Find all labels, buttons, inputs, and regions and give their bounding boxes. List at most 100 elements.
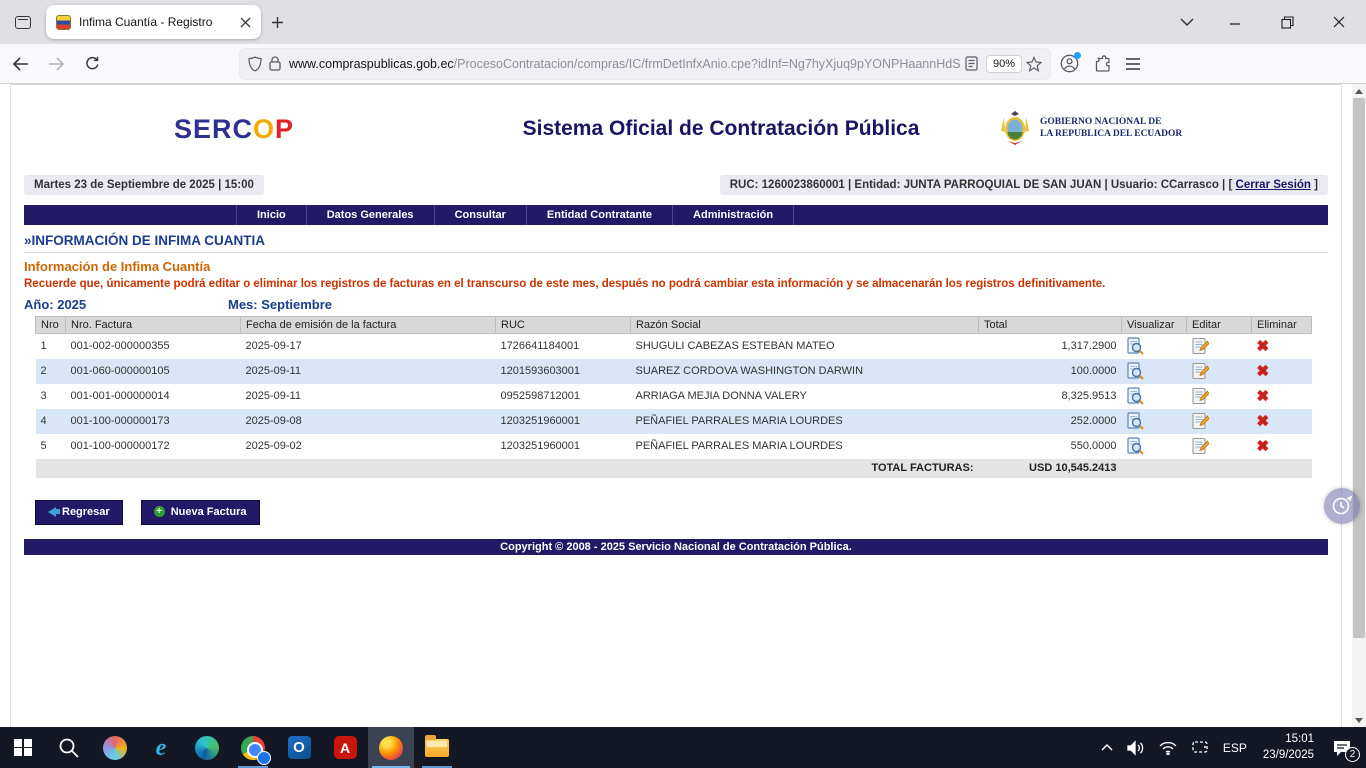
- url-bar[interactable]: www.compraspublicas.gob.ec/ProcesoContra…: [240, 49, 1050, 79]
- reader-mode-icon[interactable]: [965, 56, 978, 71]
- view-invoice-icon[interactable]: [1127, 337, 1144, 355]
- url-domain: www.compraspublicas.gob.ec: [289, 57, 454, 71]
- window-close-button[interactable]: [1316, 3, 1362, 41]
- col-header-fecha: Fecha de emisión de la factura: [241, 317, 496, 334]
- page-viewport: SERCOP Sistema Oficial de Contratación P…: [0, 84, 1366, 727]
- view-invoice-icon[interactable]: [1127, 437, 1144, 455]
- logo-text-serc: SERC: [174, 114, 253, 144]
- delete-invoice-icon[interactable]: ✖: [1257, 414, 1270, 429]
- language-indicator[interactable]: ESP: [1216, 727, 1254, 768]
- edit-invoice-icon[interactable]: [1192, 412, 1209, 430]
- search-icon: [58, 737, 80, 759]
- extensions-puzzle-icon[interactable]: [1093, 55, 1111, 73]
- delete-invoice-icon[interactable]: ✖: [1257, 364, 1270, 379]
- cell-razon: PEÑAFIEL PARRALES MARIA LOURDES: [631, 434, 979, 459]
- view-invoice-icon[interactable]: [1127, 362, 1144, 380]
- taskbar-explorer-button[interactable]: [414, 727, 460, 768]
- account-icon[interactable]: [1060, 54, 1079, 73]
- scroll-up-icon[interactable]: [1352, 84, 1366, 98]
- delete-invoice-icon[interactable]: ✖: [1257, 439, 1270, 454]
- taskbar-acrobat-button[interactable]: A: [322, 727, 368, 768]
- forward-button[interactable]: [40, 49, 72, 79]
- taskbar-search-button[interactable]: [46, 727, 92, 768]
- tray-volume-button[interactable]: [1120, 727, 1152, 768]
- government-logo: GOBIERNO NACIONAL DE LA REPUBLICA DEL EC…: [998, 109, 1328, 149]
- cell-nro: 4: [36, 409, 66, 434]
- cell-total: 550.0000: [979, 434, 1122, 459]
- cell-total: 8,325.9513: [979, 384, 1122, 409]
- tab-close-icon[interactable]: [240, 17, 251, 28]
- cell-factura: 001-100-000000172: [66, 434, 241, 459]
- edit-invoice-icon[interactable]: [1192, 387, 1209, 405]
- firefox-view-button[interactable]: [8, 9, 38, 35]
- scrollbar-thumb[interactable]: [1353, 98, 1365, 638]
- plus-icon: +: [154, 506, 165, 517]
- delete-invoice-icon[interactable]: ✖: [1257, 339, 1270, 354]
- logo-text-o: O: [253, 114, 275, 144]
- window-minimize-button[interactable]: [1212, 3, 1258, 41]
- cell-razon: SHUGULI CABEZAS ESTEBAN MATEO: [631, 334, 979, 359]
- wifi-icon: [1159, 741, 1177, 755]
- window-restore-button[interactable]: [1264, 3, 1310, 41]
- start-button[interactable]: [0, 727, 46, 768]
- table-row: 4 001-100-000000173 2025-09-08 120325196…: [36, 409, 1312, 434]
- bookmark-star-icon[interactable]: [1026, 56, 1042, 72]
- clock-icon: [1330, 494, 1354, 518]
- cell-factura: 001-060-000000105: [66, 359, 241, 384]
- view-invoice-icon[interactable]: [1127, 412, 1144, 430]
- edit-invoice-icon[interactable]: [1192, 362, 1209, 380]
- scroll-down-icon[interactable]: [1352, 713, 1366, 727]
- new-tab-button[interactable]: [271, 16, 284, 29]
- menu-hamburger-icon[interactable]: [1125, 57, 1141, 71]
- session-text: RUC: 1260023860001 | Entidad: JUNTA PARR…: [730, 179, 1233, 191]
- col-header-eliminar: Eliminar: [1252, 317, 1312, 334]
- browser-tabbar: Infima Cuantía - Registro: [0, 0, 1366, 44]
- tray-display-button[interactable]: [1184, 727, 1216, 768]
- nueva-factura-button[interactable]: + Nueva Factura: [141, 500, 260, 525]
- nav-item-consultar[interactable]: Consultar: [435, 205, 527, 225]
- cell-nro: 3: [36, 384, 66, 409]
- taskbar-clock[interactable]: 15:01 23/9/2025: [1254, 732, 1323, 763]
- reload-button[interactable]: [76, 49, 108, 79]
- taskbar-ie-button[interactable]: e: [138, 727, 184, 768]
- col-header-total: Total: [979, 317, 1122, 334]
- table-row: 5 001-100-000000172 2025-09-02 120325196…: [36, 434, 1312, 459]
- table-header-row: Nro Nro. Factura Fecha de emisión de la …: [36, 317, 1312, 334]
- view-invoice-icon[interactable]: [1127, 387, 1144, 405]
- nav-item-datos-generales[interactable]: Datos Generales: [307, 205, 435, 225]
- breadcrumb-marker: »: [24, 233, 32, 248]
- system-tray: ESP 15:01 23/9/2025 2: [1094, 727, 1366, 768]
- nav-item-entidad-contratante[interactable]: Entidad Contratante: [527, 205, 673, 225]
- nav-item-inicio[interactable]: Inicio: [236, 205, 307, 225]
- delete-invoice-icon[interactable]: ✖: [1257, 389, 1270, 404]
- list-tabs-button[interactable]: [1168, 18, 1206, 27]
- tray-chevron-up-button[interactable]: [1094, 727, 1120, 768]
- regresar-button[interactable]: Regresar: [35, 500, 123, 525]
- cell-nro: 1: [36, 334, 66, 359]
- taskbar-copilot-button[interactable]: [92, 727, 138, 768]
- edit-invoice-icon[interactable]: [1192, 337, 1209, 355]
- taskbar-chrome-button[interactable]: [230, 727, 276, 768]
- tray-network-button[interactable]: [1152, 727, 1184, 768]
- back-button[interactable]: [4, 49, 36, 79]
- notification-center-button[interactable]: 2: [1323, 727, 1366, 768]
- nav-item-administracion[interactable]: Administración: [673, 205, 794, 225]
- speaker-icon: [1127, 740, 1145, 756]
- session-timer-widget[interactable]: [1324, 488, 1360, 524]
- shield-icon[interactable]: [248, 56, 262, 72]
- table-row: 2 001-060-000000105 2025-09-11 120159360…: [36, 359, 1312, 384]
- lock-icon[interactable]: [269, 56, 281, 71]
- taskbar-firefox-button[interactable]: [368, 727, 414, 768]
- browser-toolbar: www.compraspublicas.gob.ec/ProcesoContra…: [0, 44, 1366, 84]
- edit-invoice-icon[interactable]: [1192, 437, 1209, 455]
- site-footer: Copyright © 2008 - 2025 Servicio Naciona…: [24, 539, 1328, 555]
- page-scrollbar[interactable]: [1352, 84, 1366, 727]
- firefox-icon: [379, 736, 403, 760]
- nueva-factura-button-label: Nueva Factura: [171, 506, 247, 518]
- logout-link[interactable]: Cerrar Sesión: [1236, 179, 1311, 191]
- regresar-button-label: Regresar: [62, 506, 110, 518]
- taskbar-edge-button[interactable]: [184, 727, 230, 768]
- zoom-level-badge[interactable]: 90%: [986, 55, 1022, 73]
- taskbar-outlook-button[interactable]: O: [276, 727, 322, 768]
- browser-tab[interactable]: Infima Cuantía - Registro: [46, 5, 261, 39]
